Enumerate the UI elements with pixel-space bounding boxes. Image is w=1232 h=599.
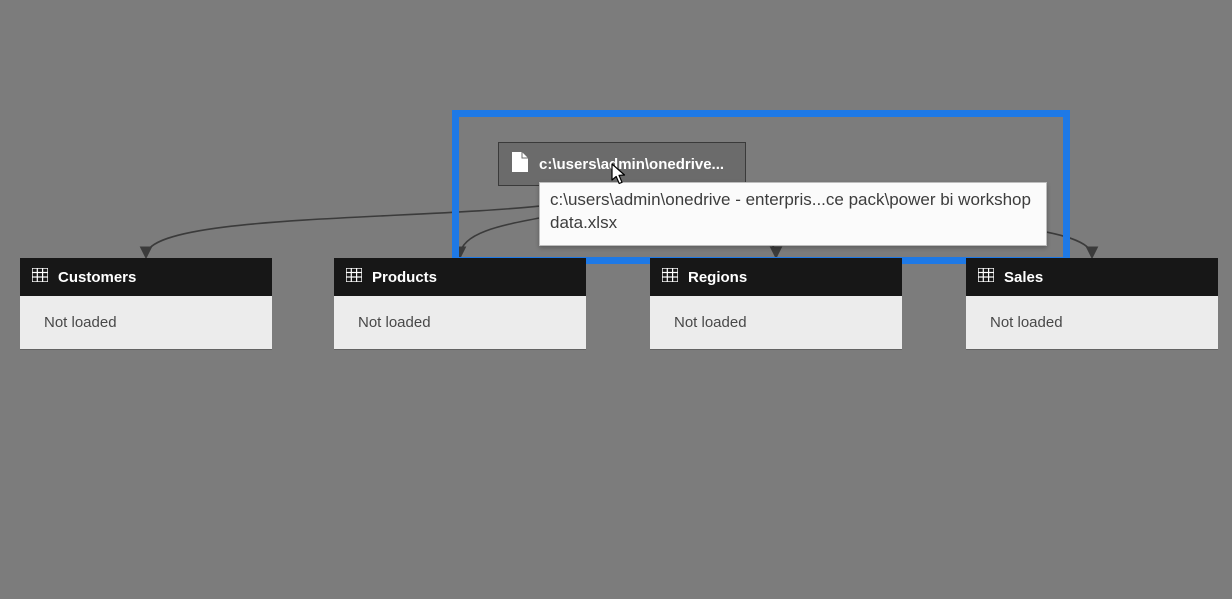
table-status: Not loaded (20, 296, 272, 349)
data-source-label: c:\users\admin\onedrive... (539, 156, 724, 173)
table-status: Not loaded (334, 296, 586, 349)
table-status: Not loaded (966, 296, 1218, 349)
table-icon (32, 268, 48, 286)
data-source-tooltip: c:\users\admin\onedrive - enterpris...ce… (539, 182, 1047, 246)
table-status: Not loaded (650, 296, 902, 349)
data-source-node[interactable]: c:\users\admin\onedrive... (498, 142, 746, 186)
table-icon (662, 268, 678, 286)
table-node-header: Customers (20, 258, 272, 296)
table-node-products[interactable]: Products Not loaded (334, 258, 586, 349)
table-icon (978, 268, 994, 286)
table-node-sales[interactable]: Sales Not loaded (966, 258, 1218, 349)
table-node-header: Regions (650, 258, 902, 296)
table-name: Sales (1004, 269, 1043, 286)
table-node-regions[interactable]: Regions Not loaded (650, 258, 902, 349)
table-node-header: Products (334, 258, 586, 296)
table-icon (346, 268, 362, 286)
table-name: Customers (58, 269, 136, 286)
table-name: Regions (688, 269, 747, 286)
table-name: Products (372, 269, 437, 286)
table-node-customers[interactable]: Customers Not loaded (20, 258, 272, 349)
file-icon (511, 151, 529, 177)
table-node-header: Sales (966, 258, 1218, 296)
